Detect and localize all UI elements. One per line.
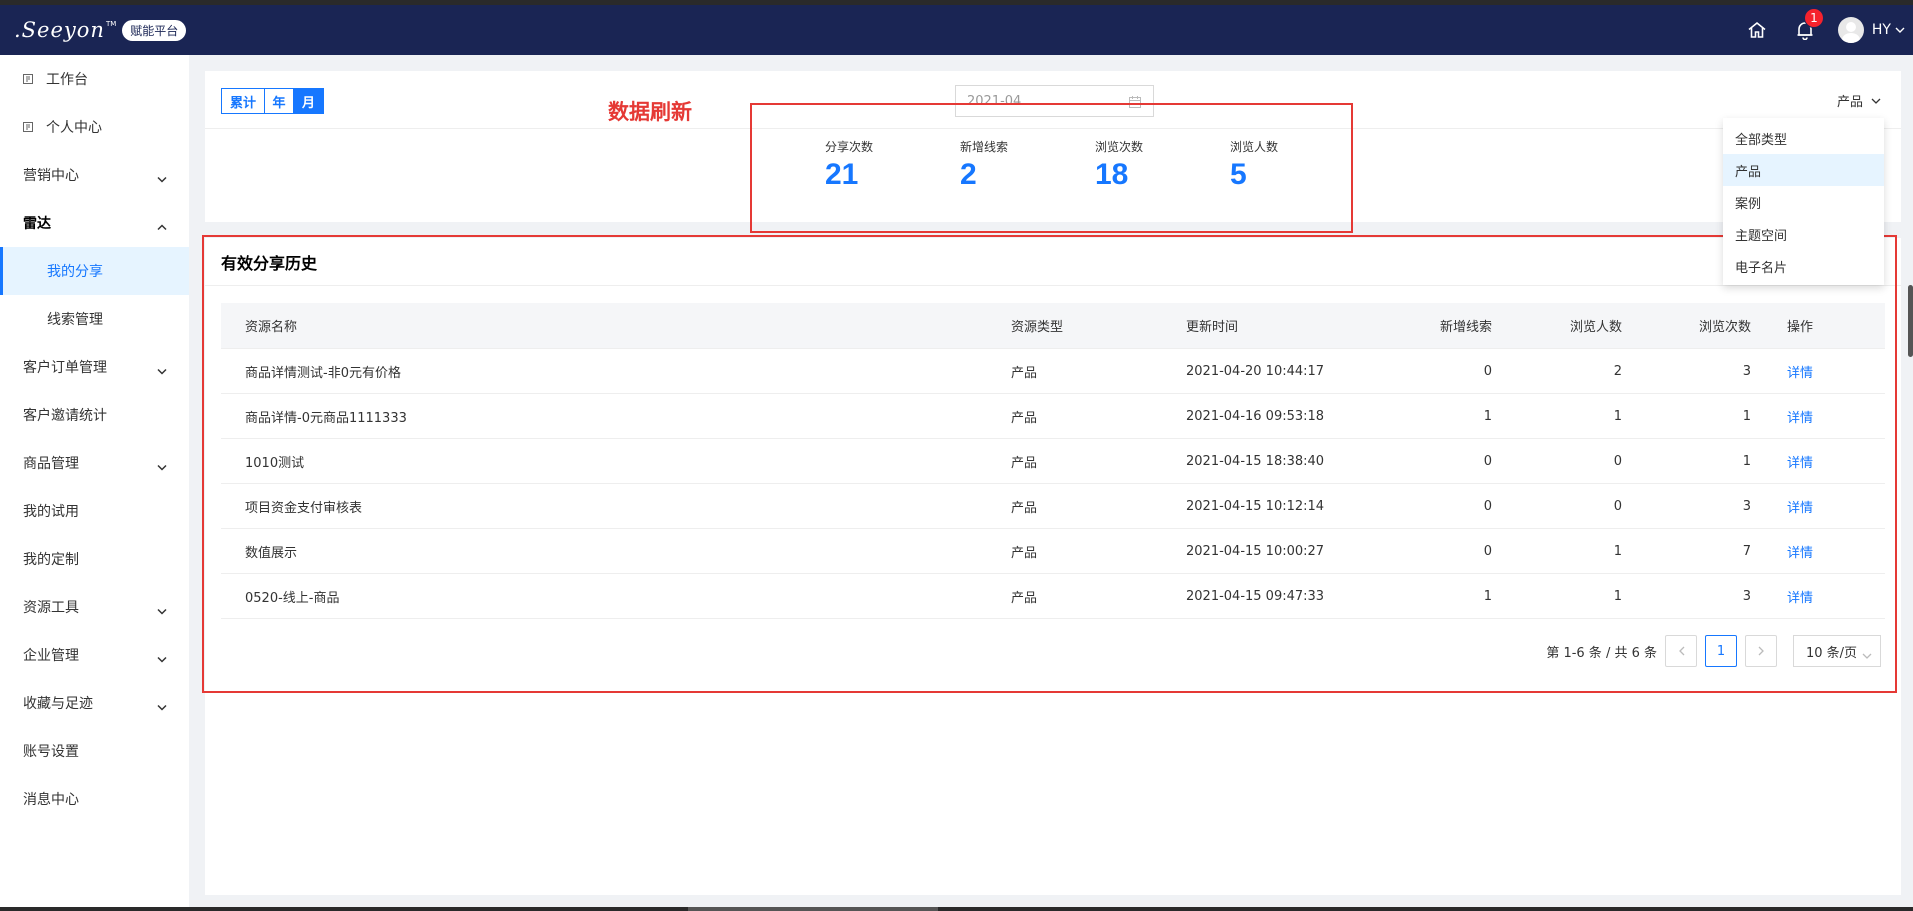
logo[interactable]: .Seeyon TM 赋能平台 [0,5,190,55]
sidebar-item-workbench[interactable]: 工作台 [0,55,189,103]
period-total-button[interactable]: 累计 [222,89,265,113]
sidebar-item-label: 企业管理 [23,648,79,664]
sidebar-item-favorites-footprints[interactable]: 收藏与足迹 [0,679,189,727]
sidebar-item-my-trials[interactable]: 我的试用 [0,487,189,535]
sidebar-item-label: 工作台 [46,72,88,88]
sidebar-item-label: 线索管理 [47,312,103,328]
annotation-label: 数据刷新 [608,100,692,124]
dropdown-option-product[interactable]: 产品 [1723,154,1884,186]
bell-icon[interactable]: 1 [1792,8,1824,43]
home-icon[interactable] [1744,17,1770,43]
personal-center-icon [23,121,35,133]
sidebar: 工作台 个人中心 营销中心 雷达 我的分享 线索管理 客户订单管理 客户邀请统计… [0,55,189,911]
sidebar-item-personal-center[interactable]: 个人中心 [0,103,189,151]
chevron-down-icon [157,171,167,187]
sidebar-item-label: 个人中心 [46,120,102,136]
sidebar-item-label: 我的试用 [23,504,79,520]
user-avatar[interactable] [1837,17,1864,43]
header-actions: 1 HY [1744,5,1913,55]
sidebar-item-customer-invites[interactable]: 客户邀请统计 [0,391,189,439]
sidebar-item-resource-tools[interactable]: 资源工具 [0,583,189,631]
annotation-box-stats [750,103,1353,233]
scrollbar-thumb[interactable] [1908,285,1913,357]
platform-badge: 赋能平台 [122,19,187,41]
dropdown-option-all[interactable]: 全部类型 [1723,122,1884,154]
dropdown-option-business-card[interactable]: 电子名片 [1723,250,1884,282]
sidebar-item-label: 营销中心 [23,168,79,184]
chevron-down-icon [157,603,167,619]
sidebar-item-my-shares[interactable]: 我的分享 [0,247,189,295]
sidebar-item-label: 我的分享 [47,264,103,280]
chevron-down-icon [157,699,167,715]
annotation-box-table [202,235,1897,693]
chevron-down-icon [157,459,167,475]
sidebar-item-label: 账号设置 [23,744,79,760]
chevron-down-icon [157,363,167,379]
period-segmented-control: 累计 年 月 [221,88,324,114]
sidebar-item-lead-management[interactable]: 线索管理 [0,295,189,343]
resource-type-select[interactable]: 产品 [1837,91,1881,110]
sidebar-item-label: 我的定制 [23,552,79,568]
chevron-down-icon[interactable] [1895,27,1905,33]
sidebar-item-label: 客户订单管理 [23,360,107,376]
taskbar-segment [688,907,938,911]
sidebar-item-label: 消息中心 [23,792,79,808]
sidebar-item-radar[interactable]: 雷达 [0,199,189,247]
sidebar-item-my-customization[interactable]: 我的定制 [0,535,189,583]
period-month-button[interactable]: 月 [294,89,323,113]
workbench-icon [23,73,35,85]
sidebar-item-enterprise-management[interactable]: 企业管理 [0,631,189,679]
logo-tm: TM [105,20,117,28]
user-name[interactable]: HY [1872,22,1891,38]
sidebar-item-message-center[interactable]: 消息中心 [0,775,189,823]
sidebar-item-account-settings[interactable]: 账号设置 [0,727,189,775]
sidebar-item-label: 雷达 [23,216,51,232]
sidebar-item-label: 客户邀请统计 [23,408,107,424]
dropdown-option-theme-space[interactable]: 主题空间 [1723,218,1884,250]
chevron-down-icon [1871,93,1881,108]
chevron-up-icon [157,219,167,235]
window-bottom-edge [0,907,1913,911]
resource-type-dropdown: 全部类型 产品 案例 主题空间 电子名片 [1723,118,1884,285]
resource-type-value: 产品 [1836,95,1863,110]
top-header: .Seeyon TM 赋能平台 1 HY [0,5,1913,55]
sidebar-item-label: 收藏与足迹 [23,696,93,712]
period-year-button[interactable]: 年 [265,89,294,113]
sidebar-item-customer-orders[interactable]: 客户订单管理 [0,343,189,391]
sidebar-item-label: 商品管理 [23,456,79,472]
sidebar-item-label: 资源工具 [23,600,79,616]
chevron-down-icon [157,651,167,667]
logo-text: .Seeyon [14,18,105,42]
dropdown-option-case[interactable]: 案例 [1723,186,1884,218]
sidebar-item-marketing-center[interactable]: 营销中心 [0,151,189,199]
notification-badge: 1 [1803,8,1824,28]
sidebar-item-product-management[interactable]: 商品管理 [0,439,189,487]
